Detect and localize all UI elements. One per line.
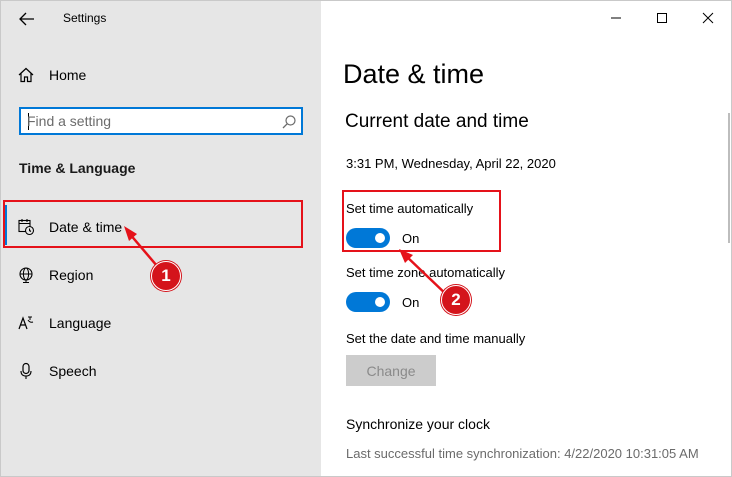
settings-window: Settings Home Time & Language bbox=[0, 0, 732, 477]
annotation-arrow-2 bbox=[404, 254, 450, 298]
annotation-badge-2: 2 bbox=[441, 285, 471, 315]
annotation-badge-1: 1 bbox=[151, 261, 181, 291]
annotation-arrows bbox=[124, 226, 450, 298]
